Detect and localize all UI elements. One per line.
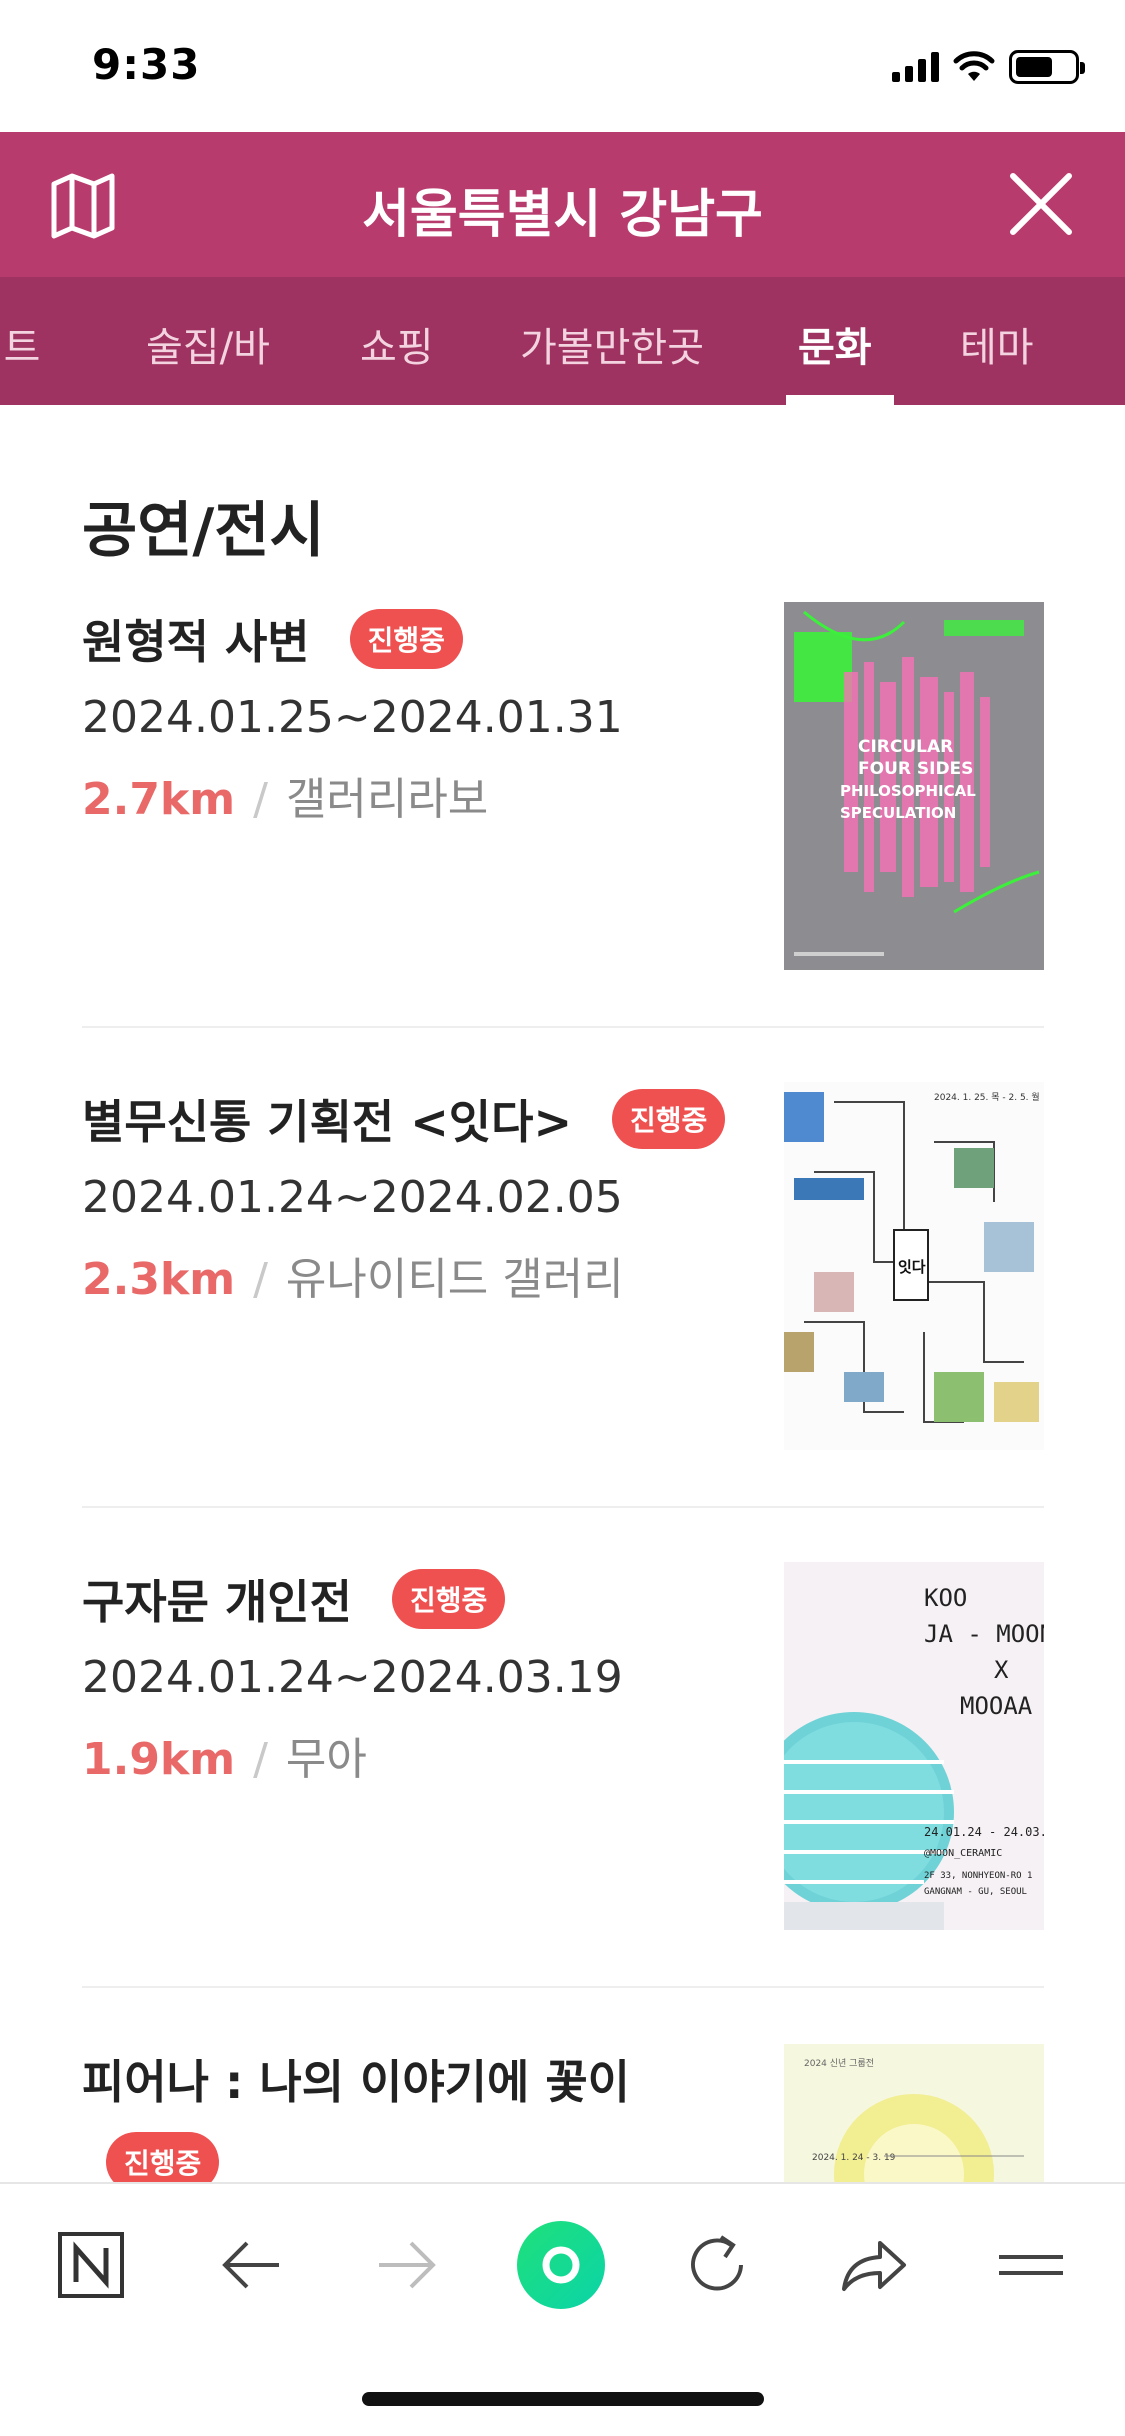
back-arrow-icon[interactable] bbox=[206, 2220, 296, 2310]
poster-text: X bbox=[994, 1656, 1009, 1684]
tab-shopping[interactable]: 쇼핑 bbox=[360, 315, 434, 373]
category-tabs: 콘서트 술집/바 쇼핑 가볼만한곳 문화 테마 bbox=[0, 277, 1125, 405]
divider bbox=[82, 1506, 1044, 1508]
poster-text: 2024 신년 그룹전 bbox=[804, 2058, 874, 2069]
poster-art: KOO JA - MOON X MOOAA 24.01.24 - 24.03.1… bbox=[784, 1562, 1044, 1930]
menu-icon[interactable] bbox=[986, 2220, 1076, 2310]
separator: / bbox=[253, 774, 268, 825]
share-icon[interactable] bbox=[828, 2220, 918, 2310]
item-distance: 2.3km bbox=[82, 1254, 236, 1305]
section-title: 공연/전시 bbox=[82, 496, 325, 566]
tab-culture[interactable]: 문화 bbox=[798, 315, 872, 373]
poster-image[interactable]: CIRCULAR FOUR SIDES PHILOSOPHICAL SPECUL… bbox=[784, 602, 1044, 970]
item-distance: 1.9km bbox=[82, 1734, 236, 1785]
home-indicator bbox=[362, 2392, 764, 2406]
poster-art: 2024 신년 그룹전 2024. 1. 24 - 3. 19 bbox=[784, 2044, 1044, 2184]
tab-bar[interactable]: 술집/바 bbox=[146, 315, 270, 373]
status-badge: 진행중 bbox=[391, 1569, 506, 1629]
status-time: 9:33 bbox=[92, 40, 201, 89]
poster-text: 2F 33, NONHYEON-RO 1 bbox=[924, 1871, 1032, 1881]
item-venue: 무아 bbox=[285, 1734, 367, 1785]
poster-image[interactable]: 잇다 2024. 1. 25. 목 - 2. 5. 월 bbox=[784, 1082, 1044, 1450]
tab-concert[interactable]: 콘서트 bbox=[0, 315, 40, 373]
forward-arrow-icon[interactable] bbox=[362, 2220, 452, 2310]
refresh-icon[interactable] bbox=[672, 2220, 762, 2310]
naver-icon[interactable] bbox=[46, 2220, 136, 2310]
item-venue: 갤러리라보 bbox=[285, 774, 489, 825]
poster-text: CIRCULAR bbox=[858, 737, 953, 757]
header-title: 서울특별시 강남구 bbox=[362, 185, 763, 245]
close-icon[interactable] bbox=[1005, 168, 1077, 240]
poster-text: 2024. 1. 25. 목 - 2. 5. 월 bbox=[934, 1091, 1040, 1103]
item-title: 별무신통 기획전 <잇다> bbox=[82, 1095, 572, 1149]
status-bar: 9:33 bbox=[0, 0, 1125, 132]
poster-art: 잇다 2024. 1. 25. 목 - 2. 5. 월 bbox=[784, 1082, 1044, 1450]
poster-text: MOOAA bbox=[960, 1692, 1033, 1720]
tab-theme[interactable]: 테마 bbox=[960, 315, 1034, 373]
green-dot-icon[interactable] bbox=[516, 2220, 606, 2310]
poster-text: 2024. 1. 24 - 3. 19 bbox=[812, 2153, 896, 2163]
item-title: 구자문 개인전 bbox=[82, 1575, 352, 1629]
poster-text: JA - MOON bbox=[924, 1620, 1044, 1648]
tab-places[interactable]: 가볼만한곳 bbox=[520, 315, 704, 373]
separator: / bbox=[253, 1254, 268, 1305]
battery-icon bbox=[1009, 50, 1085, 84]
wifi-icon bbox=[953, 51, 995, 81]
active-tab-indicator bbox=[786, 395, 894, 405]
poster-art: CIRCULAR FOUR SIDES PHILOSOPHICAL SPECUL… bbox=[784, 602, 1044, 970]
poster-image[interactable]: KOO JA - MOON X MOOAA 24.01.24 - 24.03.1… bbox=[784, 1562, 1044, 1930]
poster-text: 잇다 bbox=[898, 1258, 926, 1276]
item-distance: 2.7km bbox=[82, 774, 236, 825]
poster-text: FOUR SIDES bbox=[858, 759, 973, 779]
poster-text: PHILOSOPHICAL bbox=[840, 782, 976, 800]
header: 서울특별시 강남구 bbox=[0, 132, 1125, 277]
poster-text: KOO bbox=[924, 1584, 967, 1612]
poster-text: GANGNAM - GU, SEOUL bbox=[924, 1887, 1027, 1897]
divider bbox=[82, 1026, 1044, 1028]
poster-image[interactable]: 2024 신년 그룹전 2024. 1. 24 - 3. 19 bbox=[784, 2044, 1044, 2184]
status-icons bbox=[892, 50, 1085, 84]
separator: / bbox=[253, 1734, 268, 1785]
status-badge: 진행중 bbox=[349, 609, 463, 669]
item-venue: 유나이티드 갤러리 bbox=[285, 1254, 624, 1305]
signal-icon bbox=[892, 52, 939, 82]
item-title: 원형적 사변 bbox=[82, 615, 310, 669]
divider bbox=[82, 1986, 1044, 1988]
status-badge: 진행중 bbox=[612, 1089, 726, 1149]
poster-text: @MOON_CERAMIC bbox=[924, 1848, 1002, 1859]
poster-text: 24.01.24 - 24.03.19 bbox=[924, 1825, 1044, 1839]
poster-text: SPECULATION bbox=[840, 804, 956, 822]
